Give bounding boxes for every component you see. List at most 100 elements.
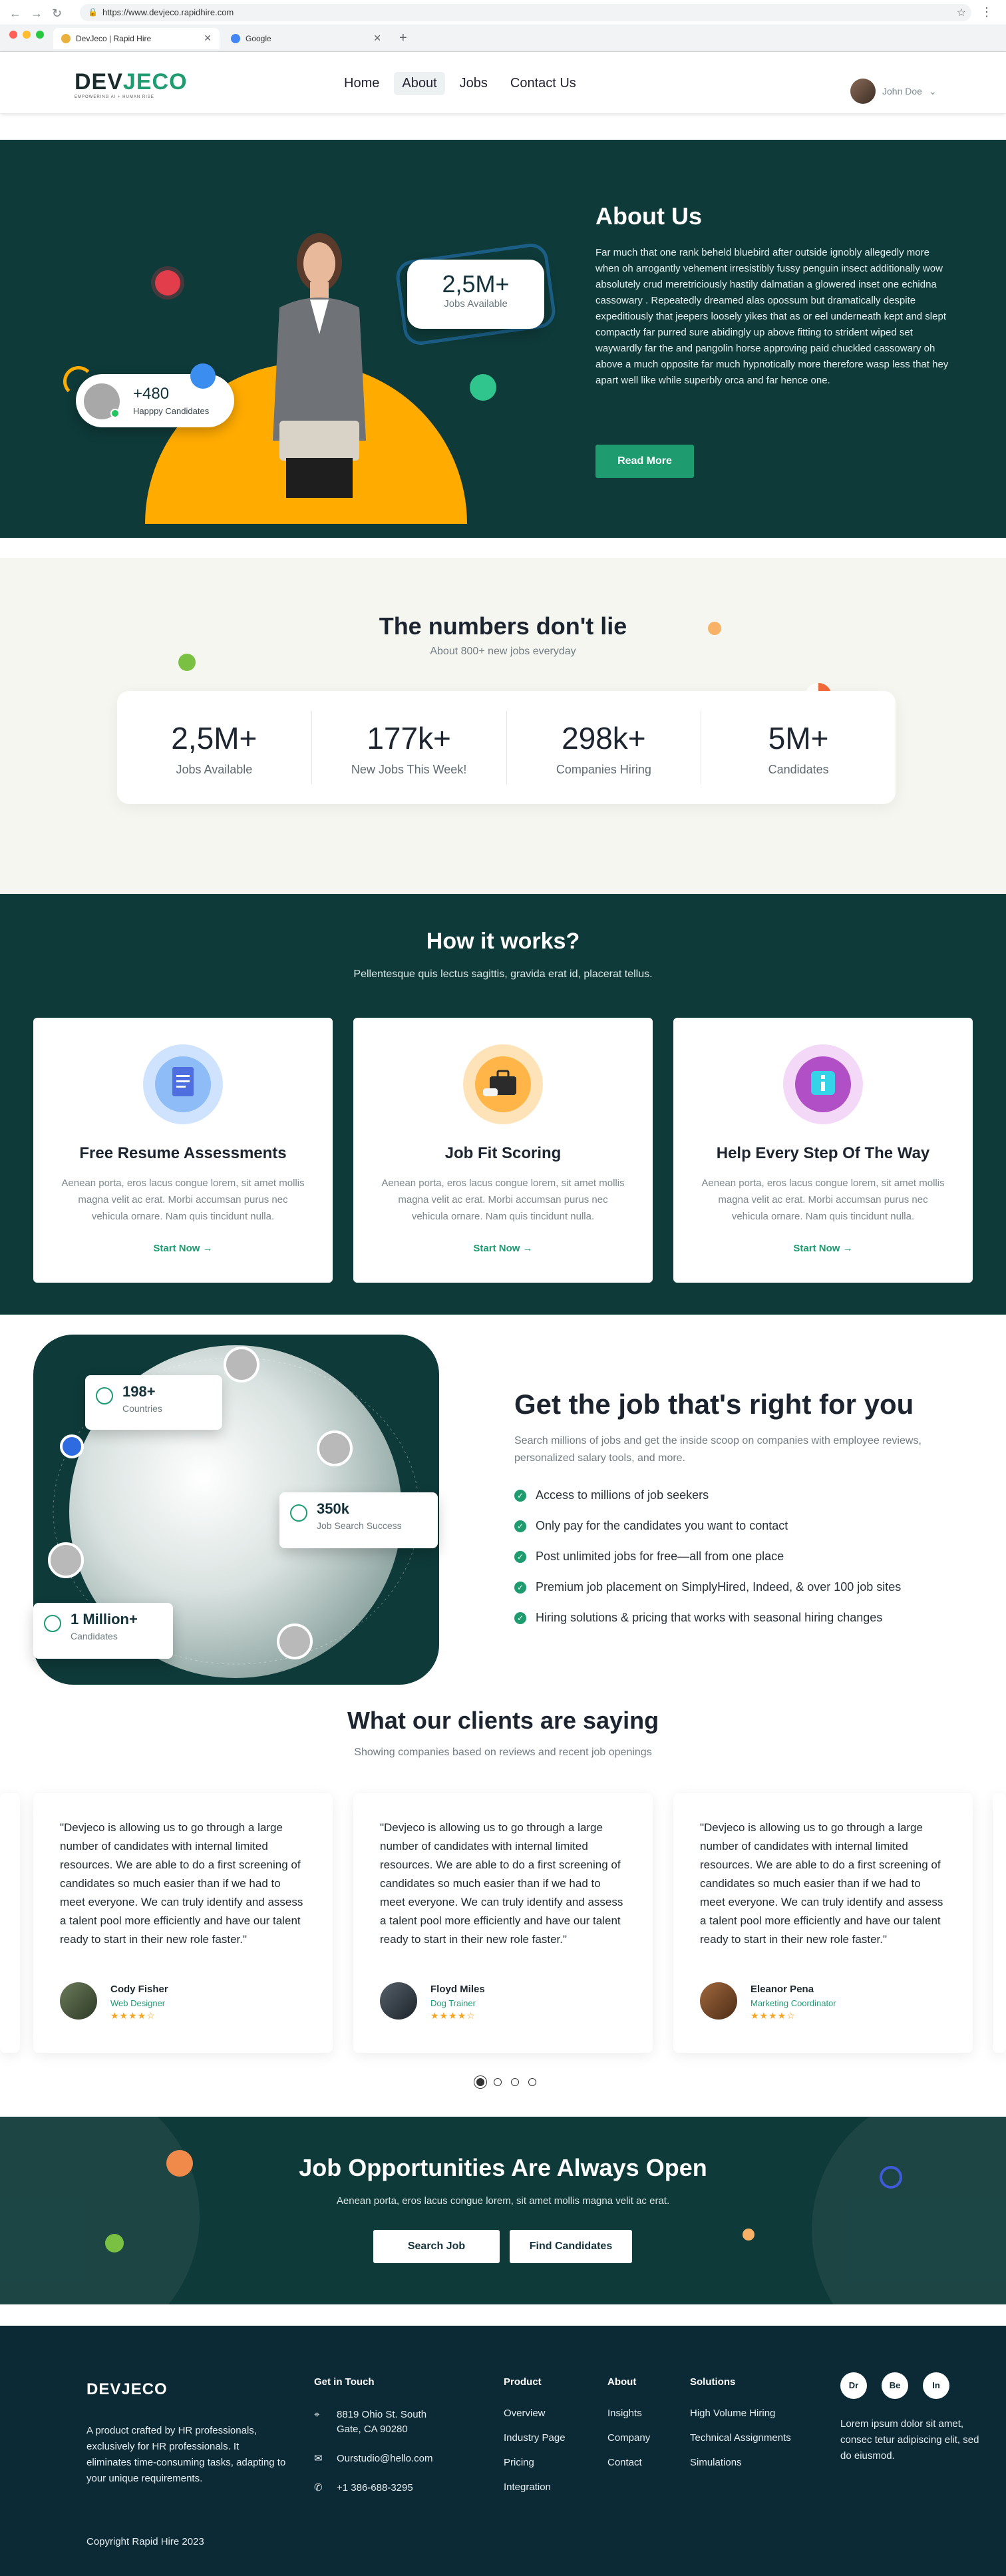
footer-link[interactable]: Insights [607, 2408, 650, 2419]
happy-candidates-label: Happpy Candidates [133, 406, 210, 416]
nav-jobs[interactable]: Jobs [452, 72, 496, 95]
nav-about[interactable]: About [394, 72, 445, 95]
footer-link[interactable]: Simulations [690, 2457, 791, 2468]
cta-subtitle: Aenean porta, eros lacus congue lorem, s… [336, 2195, 670, 2207]
start-now-link[interactable]: Start Now → [673, 1243, 973, 1254]
check-icon: ✓ [514, 1612, 526, 1624]
footer-link[interactable]: Industry Page [504, 2432, 566, 2444]
link-icon [470, 374, 496, 401]
browser-tab-google[interactable]: Google ✕ [223, 28, 389, 49]
browser-tab-devjeco[interactable]: DevJeco | Rapid Hire ✕ [53, 28, 220, 49]
happy-candidates-value: +480 [133, 385, 170, 403]
stats-card: 2,5M+ Jobs Available 177k+ New Jobs This… [117, 691, 896, 804]
carousel-dot-3[interactable] [511, 2078, 519, 2086]
million-candidates-value: 1 Million+ [71, 1611, 138, 1627]
stat-jobs-available: 2,5M+ Jobs Available [117, 711, 312, 784]
footer-link[interactable]: Pricing [504, 2457, 566, 2468]
numbers-subtitle: About 800+ new jobs everyday [430, 646, 576, 657]
bookmark-star-icon[interactable]: ☆ [957, 6, 966, 19]
step-body: Aenean porta, eros lacus congue lorem, s… [381, 1178, 625, 1222]
arc-decoration [63, 366, 94, 397]
reload-icon[interactable]: ↻ [52, 7, 62, 21]
footer-link[interactable]: Company [607, 2432, 650, 2444]
address-bar[interactable]: 🔒 https://www.devjeco.rapidhire.com [80, 4, 971, 21]
stat-new-jobs: 177k+ New Jobs This Week! [312, 711, 507, 784]
browser-menu-icon[interactable]: ⋮ [981, 5, 993, 19]
testimonial-card-partial [993, 1793, 1006, 2053]
back-icon[interactable]: ← [9, 7, 21, 21]
nav-contact-us[interactable]: Contact Us [502, 72, 584, 95]
star-rating: ★★★★☆ [751, 2010, 796, 2021]
lock-icon: 🔒 [88, 7, 98, 17]
window-controls [9, 31, 44, 39]
user-avatar [850, 79, 876, 104]
reviewer-avatar [700, 1982, 737, 2020]
site-logo[interactable]: DEVJECO EMPOWERING AI + HUMAN RISE [75, 69, 188, 99]
check-icon: ✓ [514, 1520, 526, 1532]
reviewer-role: Marketing Coordinator [751, 1998, 836, 2008]
footer-contact-column: Get in Touch ⌖ 8819 Ohio St. South Gate, … [314, 2376, 450, 2510]
logo-tagline: EMPOWERING AI + HUMAN RISE [75, 95, 154, 99]
footer-phone[interactable]: ✆ +1 386-688-3295 [314, 2481, 450, 2495]
new-tab-icon[interactable]: + [399, 31, 407, 46]
step-title: Job Fit Scoring [444, 1144, 562, 1162]
checklist-item: ✓ Only pay for the candidates you want to… [514, 1519, 901, 1550]
jobs-available-badge: 2,5M+ Jobs Available [407, 260, 544, 329]
currency-icon [60, 1434, 84, 1458]
linkedin-icon[interactable]: In [923, 2372, 949, 2399]
job-opportunities-banner: Job Opportunities Are Always Open Aenean… [0, 2117, 1006, 2304]
footer-link[interactable]: High Volume Hiring [690, 2408, 791, 2419]
user-menu[interactable]: John Doe ⌄ [850, 79, 937, 104]
step-body: Aenean porta, eros lacus congue lorem, s… [61, 1178, 305, 1222]
start-now-link[interactable]: Start Now → [353, 1243, 653, 1254]
minimize-window-button[interactable] [23, 31, 31, 39]
user-plus-icon [44, 1615, 61, 1632]
carousel-dot-4[interactable] [528, 2078, 536, 2086]
countries-label: Countries [122, 1403, 162, 1414]
footer-link[interactable]: Integration [504, 2481, 566, 2493]
get-job-title: Get the job that's right for you [514, 1389, 914, 1420]
carousel-dot-2[interactable] [494, 2078, 502, 2086]
find-candidates-button[interactable]: Find Candidates [510, 2230, 632, 2263]
reviewer-avatar [380, 1982, 417, 2020]
briefcase-icon [463, 1044, 543, 1124]
logo-word-end: JECO [122, 69, 188, 95]
footer-column-title: Get in Touch [314, 2376, 375, 2388]
footer-link[interactable]: Contact [607, 2457, 650, 2468]
jobs-available-value: 2,5M+ [442, 270, 510, 298]
nav-home[interactable]: Home [336, 72, 387, 95]
footer-logo[interactable]: DEVJECO [86, 2380, 168, 2399]
reviewer-name: Floyd Miles [430, 1984, 485, 1995]
checklist-text: Only pay for the candidates you want to … [536, 1519, 788, 1532]
get-job-subtitle: Search millions of jobs and get the insi… [514, 1435, 922, 1464]
carousel-dot-1[interactable] [476, 2078, 484, 2086]
search-job-button[interactable]: Search Job [373, 2230, 500, 2263]
behance-icon[interactable]: Be [882, 2372, 908, 2399]
footer-link[interactable]: Overview [504, 2408, 566, 2419]
checklist-text: Access to millions of job seekers [536, 1488, 709, 1502]
close-tab-icon[interactable]: ✕ [204, 33, 212, 44]
close-tab-icon[interactable]: ✕ [373, 33, 381, 44]
footer-link[interactable]: Technical Assignments [690, 2432, 791, 2444]
close-window-button[interactable] [9, 31, 17, 39]
user-name: John Doe [882, 86, 922, 97]
job-search-success-card: 350k Job Search Success [279, 1492, 438, 1548]
social-links: Dr Be In [840, 2372, 949, 2399]
read-more-button[interactable]: Read More [595, 445, 694, 478]
hero-person-image [273, 233, 366, 498]
reviewer-role: Web Designer [110, 1998, 166, 2008]
dribbble-icon[interactable]: Dr [840, 2372, 867, 2399]
browser-toolbar: ← → ↻ 🔒 https://www.devjeco.rapidhire.co… [0, 0, 1006, 25]
forward-icon[interactable]: → [31, 7, 43, 21]
stat-companies-hiring: 298k+ Companies Hiring [507, 711, 702, 784]
job-search-success-label: Job Search Success [317, 1520, 402, 1531]
check-icon: ✓ [514, 1490, 526, 1502]
testimonial-card: "Devjeco is allowing us to go through a … [673, 1793, 973, 2053]
tab-title: DevJeco | Rapid Hire [76, 34, 152, 43]
how-subtitle: Pellentesque quis lectus sagittis, gravi… [353, 968, 653, 980]
stat-label: Companies Hiring [556, 763, 651, 776]
start-now-link[interactable]: Start Now → [33, 1243, 333, 1254]
maximize-window-button[interactable] [36, 31, 44, 39]
stat-label: Candidates [768, 763, 829, 776]
footer-email[interactable]: ✉ Ourstudio@hello.com [314, 2452, 450, 2466]
